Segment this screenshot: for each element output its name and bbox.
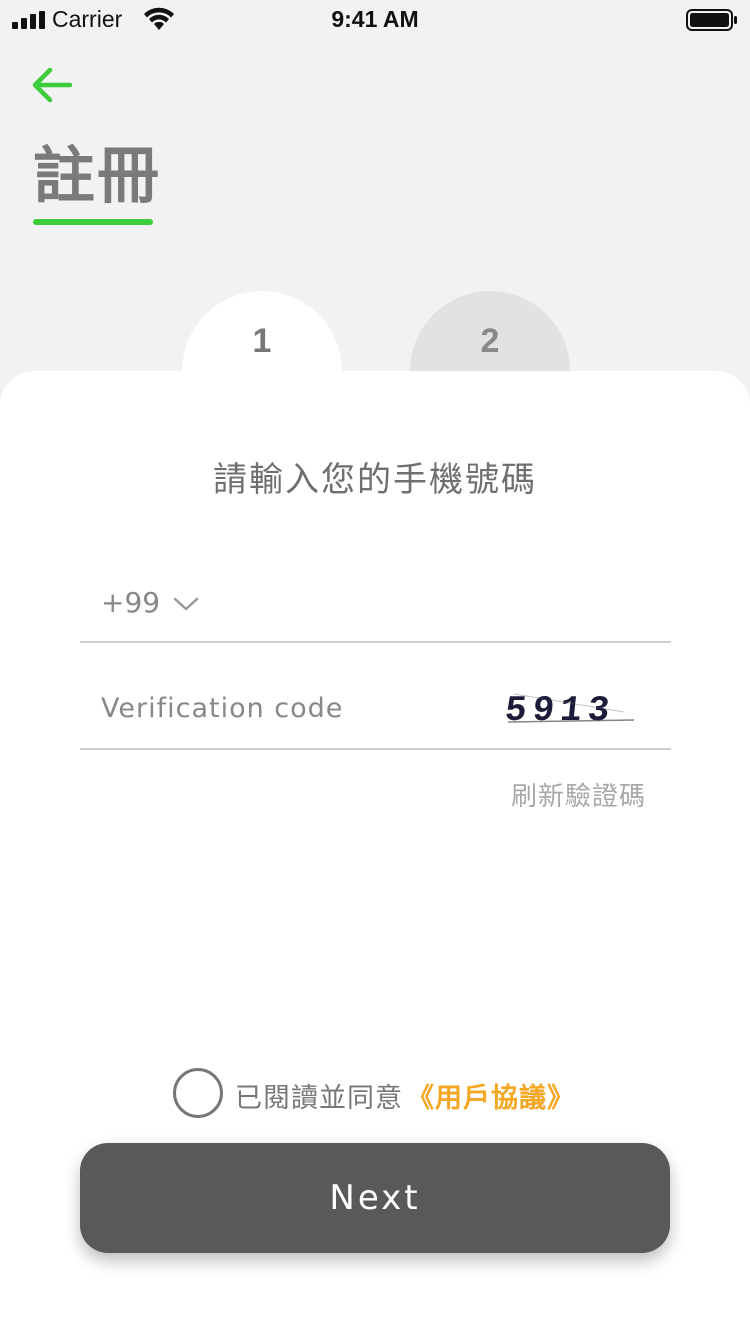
captcha-text: 5913	[504, 690, 618, 730]
chevron-down-icon[interactable]	[172, 594, 200, 614]
user-agreement-link[interactable]: 《用戶協議》	[407, 1076, 575, 1115]
refresh-captcha-link[interactable]: 刷新驗證碼	[0, 776, 646, 813]
verification-code-input[interactable]	[80, 680, 490, 736]
verification-code-field: 5913	[80, 670, 671, 750]
title-underline	[33, 219, 153, 225]
agreement-row: 已閱讀並同意 《用戶協議》	[0, 1068, 750, 1118]
agreement-checkbox[interactable]	[173, 1068, 223, 1118]
back-button[interactable]	[28, 63, 76, 107]
country-code-select[interactable]: +99	[101, 586, 160, 619]
status-time: 9:41 AM	[331, 6, 419, 32]
form-heading: 請輸入您的手機號碼	[213, 460, 537, 500]
agreement-text: 已閱讀並同意	[235, 1083, 403, 1114]
status-bar: Carrier 9:41 AM	[0, 0, 750, 40]
registration-screen: Carrier 9:41 AM 註冊 1 2 請輸入您的手機號碼 +99 591…	[0, 0, 750, 1334]
arrow-left-icon	[32, 67, 73, 103]
next-button[interactable]: Next	[80, 1143, 670, 1253]
phone-field[interactable]: +99	[80, 570, 671, 643]
battery-icon	[686, 9, 737, 31]
captcha-image[interactable]: 5913	[504, 682, 642, 730]
page-title: 註冊	[33, 139, 162, 212]
